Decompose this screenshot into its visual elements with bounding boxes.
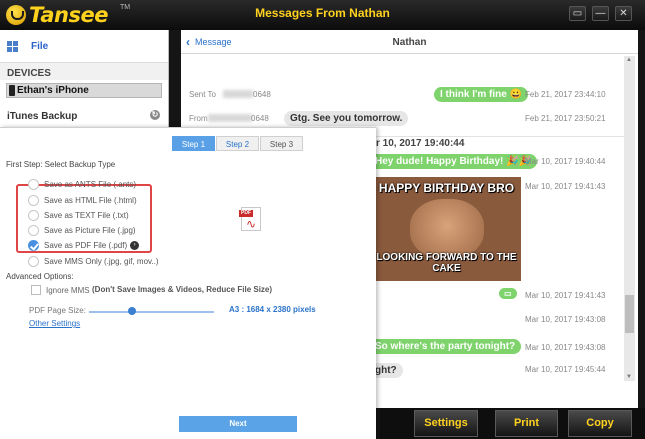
meme-image[interactable]: HAPPY BIRTHDAY BRO LOOKING FORWARD TO TH… [372, 177, 521, 281]
page-size-label: PDF Page Size: [29, 306, 86, 315]
message-time: Mar 10, 2017 19:41:43 [525, 291, 606, 300]
message-bubble: Gtg. See you tomorrow. [284, 111, 409, 126]
refresh-icon[interactable]: ↻ [150, 110, 160, 120]
advanced-options-label: Advanced Options: [6, 272, 74, 281]
radio-icon[interactable] [28, 209, 39, 221]
scroll-up-icon[interactable]: ▲ [626, 57, 632, 63]
from-label: From [189, 114, 208, 123]
step-tabs: Step 1 Step 2 Step 3 [172, 136, 304, 151]
number-tail: 0648 [251, 114, 269, 123]
phone-icon [9, 85, 15, 96]
meme-bottom-text: LOOKING FORWARD TO THE CAKE [376, 252, 517, 274]
grid-icon [7, 40, 18, 52]
number-tail: 0648 [253, 90, 271, 99]
devices-header: DEVICES [0, 63, 168, 80]
itunes-backup-label: iTunes Backup [7, 111, 78, 122]
ignore-mms-hint: (Don't Save Images & Videos, Reduce File… [92, 285, 273, 294]
message-time: Mar 10, 2017 19:41:43 [525, 182, 606, 191]
bottom-toolbar: Settings Print Copy [380, 408, 645, 439]
message-time: Feb 21, 2017 23:44:10 [525, 90, 606, 99]
other-settings-link[interactable]: Other Settings [29, 319, 80, 328]
baby-face-image [410, 199, 484, 259]
backup-dialog: Step 1 Step 2 Step 3 First Step: Select … [0, 127, 376, 439]
pdf-file-icon: PDF ∿ [239, 207, 261, 231]
option-label: Save as HTML File (.html) [44, 195, 137, 205]
contact-name: Nathan [392, 37, 427, 48]
restore-button[interactable]: ▭ [569, 6, 586, 21]
option-picture[interactable]: Save as Picture File (.jpg) [28, 224, 136, 236]
option-mms-only[interactable]: Save MMS Only (.jpg, gif, mov..) [28, 255, 159, 267]
date-divider-text: r 10, 2017 19:40:44 [376, 138, 465, 149]
option-label: Save as ANTS File (.ants) [44, 179, 137, 189]
scroll-down-icon[interactable]: ▼ [626, 374, 632, 380]
message-time: Feb 21, 2017 23:50:21 [525, 114, 606, 123]
message-time: Mar 10, 2017 19:45:44 [525, 365, 606, 374]
option-pdf[interactable]: Save as PDF File (.pdf) › [28, 239, 140, 251]
close-button[interactable]: ✕ [615, 6, 632, 21]
page-size-slider[interactable] [89, 311, 214, 313]
tab-step-3[interactable]: Step 3 [260, 136, 303, 151]
page-size-value: A3 : 1684 x 2380 pixels [229, 305, 316, 314]
option-ants[interactable]: Save as ANTS File (.ants) [28, 178, 136, 190]
info-icon[interactable]: › [130, 240, 140, 250]
pdf-tag: PDF [239, 210, 253, 217]
meme-top-text: HAPPY BIRTHDAY BRO [378, 181, 515, 195]
option-text[interactable]: Save as TEXT File (.txt) [28, 209, 129, 221]
option-label: Save as Picture File (.jpg) [44, 225, 136, 235]
ignore-mms-checkbox[interactable] [31, 285, 41, 295]
ignore-mms-label: Ignore MMS [46, 286, 90, 295]
radio-checked-icon[interactable] [28, 239, 39, 251]
scroll-thumb[interactable] [625, 295, 634, 333]
option-label: Save MMS Only (.jpg, gif, mov..) [44, 256, 159, 266]
message-time: Mar 10, 2017 19:43:08 [525, 315, 606, 324]
option-html[interactable]: Save as HTML File (.html) [28, 194, 137, 206]
message-time: Mar 10, 2017 19:40:44 [525, 157, 606, 166]
print-button[interactable]: Print [495, 410, 558, 437]
radio-icon[interactable] [28, 224, 39, 236]
attachment-bubble[interactable]: ▭ [499, 288, 517, 299]
tab-step-2[interactable]: Step 2 [216, 136, 259, 151]
radio-icon[interactable] [28, 178, 39, 190]
settings-button[interactable]: Settings [414, 410, 478, 437]
message-bubble: Hey dude! Happy Birthday! 🎉🎉 [369, 154, 538, 169]
next-button[interactable]: Next [179, 416, 297, 432]
message-scrollbar[interactable]: ▲ ▼ [624, 56, 635, 381]
message-time: Mar 10, 2017 19:43:08 [525, 343, 606, 352]
file-menu[interactable]: File [0, 30, 168, 63]
itunes-backup-item[interactable]: iTunes Backup ↻ [0, 108, 168, 128]
sent-to-label: Sent To [189, 90, 216, 99]
message-bubble: I think I'm fine 😀 [434, 87, 529, 102]
page-size-slider-handle[interactable] [127, 307, 136, 315]
device-name: Ethan's iPhone [17, 85, 89, 96]
redacted-number [223, 90, 253, 98]
message-header: ‹ Message Nathan [181, 30, 638, 54]
title-bar: Tansee TM Messages From Nathan ▭ — ✕ [0, 0, 645, 30]
radio-icon[interactable] [28, 194, 39, 206]
message-bubble: So where's the party tonight? [369, 339, 522, 354]
option-label: Save as PDF File (.pdf) [44, 240, 128, 250]
window-title: Messages From Nathan [255, 6, 390, 20]
tab-step-1[interactable]: Step 1 [172, 136, 215, 151]
acrobat-icon: ∿ [246, 217, 257, 231]
redacted-number [208, 114, 252, 122]
file-label: File [31, 40, 49, 52]
copy-button[interactable]: Copy [568, 410, 632, 437]
radio-icon[interactable] [28, 255, 39, 267]
minimize-button[interactable]: — [592, 6, 609, 21]
tansee-window: Tansee TM Messages From Nathan ▭ — ✕ Fil… [0, 0, 645, 439]
device-item[interactable]: Ethan's iPhone [6, 83, 162, 98]
option-label: Save as TEXT File (.txt) [44, 210, 129, 220]
first-step-label: First Step: Select Backup Type [6, 160, 116, 169]
